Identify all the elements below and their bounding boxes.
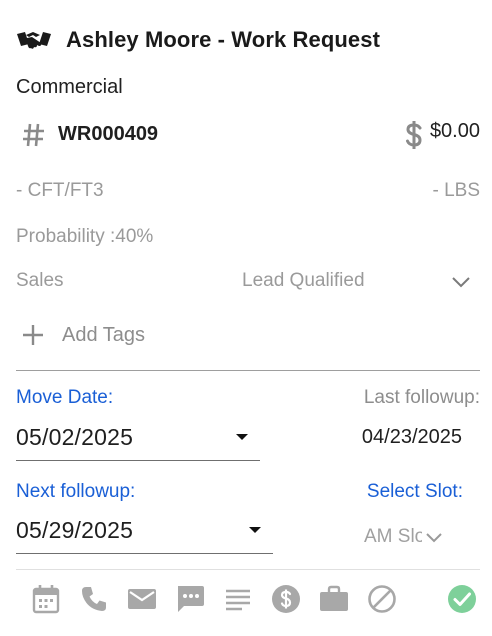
dropdown-caret-icon[interactable] (236, 434, 248, 440)
work-request-number: WR000409 (58, 123, 159, 145)
dollar-icon (402, 118, 426, 152)
briefcase-icon[interactable] (318, 582, 350, 616)
hash-icon (22, 121, 46, 149)
last-followup-value: 04/23/2025 (361, 426, 462, 448)
move-date-value: 05/02/2025 (16, 423, 134, 450)
divider (16, 370, 480, 371)
divider (16, 569, 480, 570)
block-icon[interactable] (366, 582, 398, 616)
volume-value: - CFT/FT3 (16, 180, 104, 201)
slot-value: AM Slot (364, 526, 422, 547)
header: Ashley Moore - Work Request (16, 26, 380, 54)
dropdown-caret-icon[interactable] (249, 527, 261, 533)
handshake-icon (16, 26, 52, 54)
phone-icon[interactable] (78, 582, 110, 616)
stage-status[interactable]: Lead Qualified (242, 270, 365, 292)
select-slot-label: Select Slot: (366, 481, 463, 502)
last-followup-label: Last followup: (363, 387, 480, 408)
next-followup-value: 05/29/2025 (16, 516, 134, 543)
chevron-down-icon[interactable] (424, 528, 444, 546)
page-title: Ashley Moore - Work Request (66, 27, 381, 52)
move-date-picker[interactable]: 05/02/2025 (16, 422, 260, 461)
chevron-down-icon[interactable] (450, 272, 472, 292)
message-icon[interactable] (174, 582, 206, 616)
add-tags-label: Add Tags (62, 323, 146, 346)
plus-icon (20, 322, 46, 348)
weight-value: - LBS (432, 180, 480, 201)
check-circle-icon[interactable] (446, 582, 478, 616)
amount-value: $0.00 (429, 120, 480, 142)
work-request-row: WR000409 $0.00 (16, 118, 480, 152)
calendar-icon[interactable] (30, 582, 62, 616)
dollar-circle-icon[interactable] (270, 582, 302, 616)
add-tags-button[interactable]: Add Tags (20, 321, 145, 349)
email-icon[interactable] (126, 582, 158, 616)
job-type: Commercial (16, 76, 123, 98)
action-toolbar (30, 582, 482, 616)
next-followup-label: Next followup: (16, 481, 136, 502)
notes-icon[interactable] (222, 582, 254, 616)
pipeline-label: Sales (16, 270, 64, 291)
next-followup-picker[interactable]: 05/29/2025 (16, 515, 273, 554)
probability-value: Probability :40% (16, 226, 154, 247)
move-date-label: Move Date: (16, 387, 114, 408)
slot-dropdown[interactable]: AM Slot (364, 525, 448, 549)
stage-selector[interactable]: Sales Lead Qualified (16, 270, 480, 294)
